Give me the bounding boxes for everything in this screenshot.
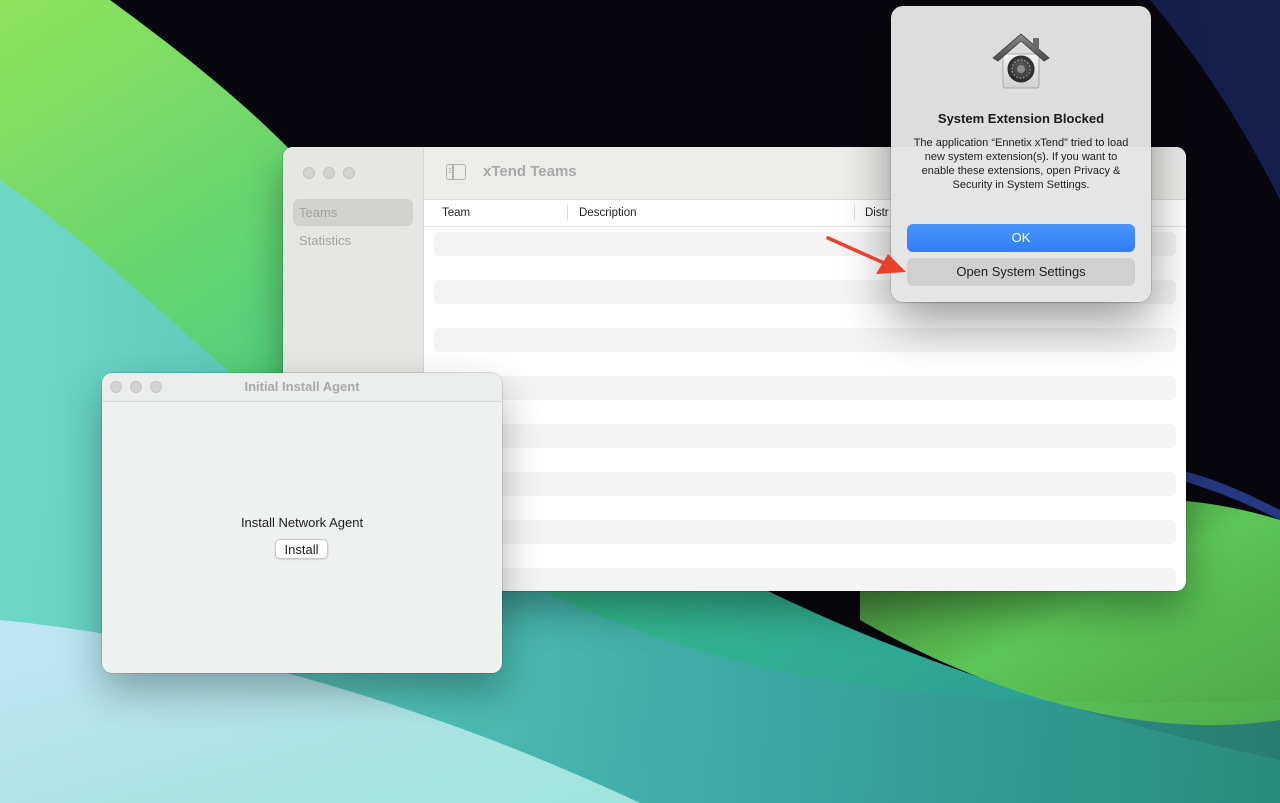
column-divider[interactable] xyxy=(567,205,568,220)
column-divider[interactable] xyxy=(854,205,855,220)
alert-message: The application “Ennetix xTend” tried to… xyxy=(913,137,1129,191)
sidebar-item-teams[interactable]: Teams xyxy=(293,199,413,226)
column-header-team[interactable]: Team xyxy=(442,207,470,219)
table-row xyxy=(434,376,1176,400)
window-title: Initial Install Agent xyxy=(244,379,360,394)
install-network-agent-label: Install Network Agent xyxy=(240,515,364,530)
install-agent-window: Initial Install Agent Install Network Ag… xyxy=(102,373,502,673)
annotation-arrow-icon xyxy=(826,236,906,274)
table-row xyxy=(434,568,1176,591)
zoom-button[interactable] xyxy=(343,167,355,179)
open-system-settings-button[interactable]: Open System Settings xyxy=(907,258,1135,286)
window-title: xTend Teams xyxy=(483,163,577,180)
column-header-description[interactable]: Description xyxy=(579,207,637,219)
sidebar-item-statistics[interactable]: Statistics xyxy=(293,227,413,254)
security-house-icon xyxy=(992,33,1050,89)
ok-button[interactable]: OK xyxy=(907,224,1135,252)
table-row xyxy=(434,424,1176,448)
window-controls xyxy=(303,167,355,179)
sidebar-toggle-icon[interactable] xyxy=(446,164,466,180)
table-row xyxy=(434,520,1176,544)
minimize-button[interactable] xyxy=(323,167,335,179)
system-extension-blocked-alert: System Extension Blocked The application… xyxy=(891,6,1151,302)
column-header-distribution[interactable]: Distr xyxy=(865,207,889,219)
title-bar: Initial Install Agent xyxy=(102,373,502,402)
close-button[interactable] xyxy=(303,167,315,179)
alert-title: System Extension Blocked xyxy=(937,111,1105,126)
table-row xyxy=(434,472,1176,496)
install-button[interactable]: Install xyxy=(275,539,328,559)
table-row xyxy=(434,328,1176,352)
